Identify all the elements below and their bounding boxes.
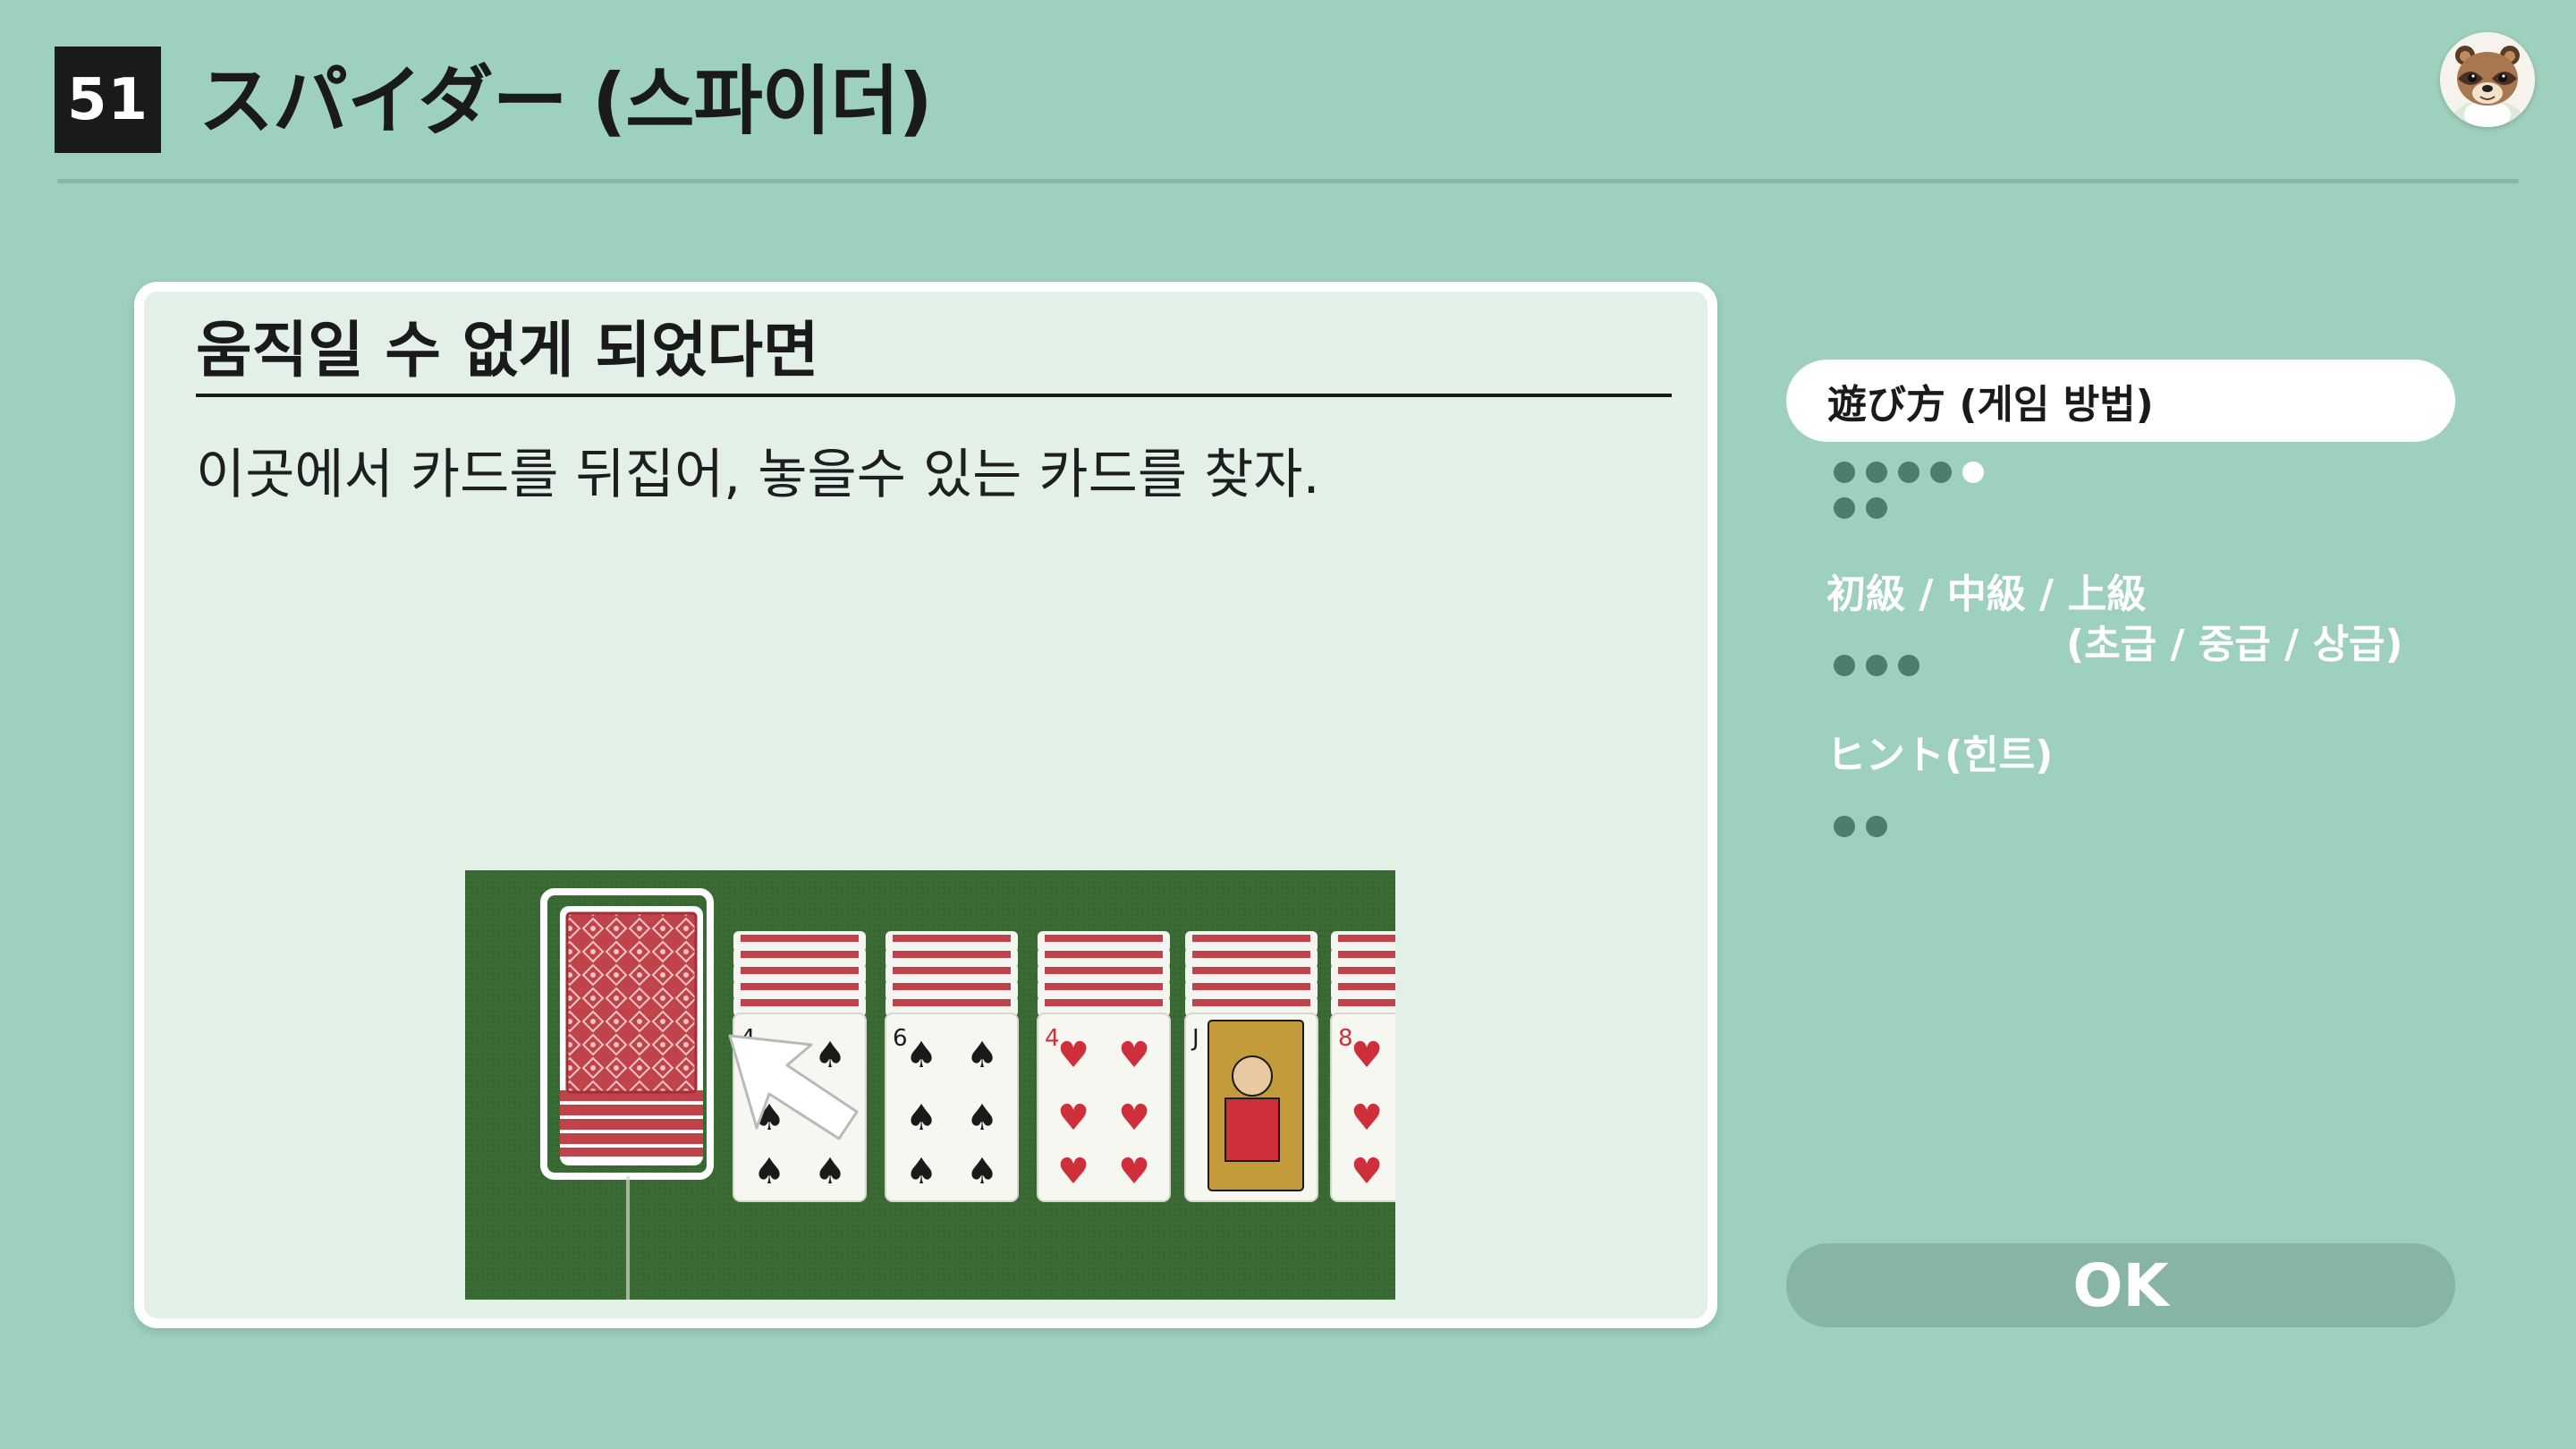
card-suit-icon: ♠ bbox=[814, 1151, 846, 1192]
page-dot bbox=[1898, 462, 1919, 483]
help-panel: 움직일 수 없게 되었다면 이곳에서 카드를 뒤집어, 놓을수 있는 카드를 찾… bbox=[134, 282, 1717, 1328]
card-suit-icon: ♥ bbox=[1351, 1035, 1383, 1076]
card-suit-icon: ♥ bbox=[1057, 1097, 1089, 1139]
menu-item-difficulty[interactable]: 初級 / 中級 / 上級 bbox=[1826, 570, 2146, 620]
tableau-columns: 4♠♠♠♠♠♠6♠♠♠♠♠♠4♥♥♥♥♥♥J8♥♥♥♥♥♥ bbox=[733, 931, 1395, 1202]
menu-item-difficulty-subtitle: (초급 / 중급 / 상급) bbox=[2066, 622, 2403, 667]
page-dot bbox=[1834, 655, 1855, 676]
card-suit-icon: ♥ bbox=[1057, 1035, 1089, 1076]
page-dot bbox=[1898, 655, 1919, 676]
panel-heading: 움직일 수 없게 되었다면 bbox=[196, 316, 819, 386]
card-suit-icon: ♥ bbox=[1057, 1151, 1089, 1192]
tableau-column[interactable]: J bbox=[1184, 931, 1318, 1202]
page-indicator-difficulty bbox=[1834, 655, 2048, 691]
menu-item-hint[interactable]: ヒント(힌트) bbox=[1826, 731, 2053, 781]
page-dot bbox=[1962, 462, 1984, 483]
card-suit-icon: ♥ bbox=[1118, 1097, 1150, 1139]
page-dot bbox=[1866, 462, 1887, 483]
page-dot bbox=[1930, 462, 1952, 483]
page-dot bbox=[1834, 816, 1855, 837]
page-dot bbox=[1834, 497, 1855, 519]
card-suit-icon: ♥ bbox=[1351, 1151, 1383, 1192]
card-suit-icon: ♥ bbox=[1118, 1151, 1150, 1192]
page-dot bbox=[1834, 462, 1855, 483]
header-divider bbox=[57, 179, 2519, 183]
card-suit-icon: ♠ bbox=[814, 1035, 846, 1076]
page-indicator-hint bbox=[1834, 816, 2048, 852]
card-suit-icon: ♥ bbox=[1118, 1035, 1150, 1076]
tableau-column[interactable]: 6♠ ♠♠ ♠♠ ♠ bbox=[885, 931, 1019, 1202]
stock-pile[interactable] bbox=[560, 906, 703, 1165]
spider-solitaire-illustration: 4♠♠♠♠♠♠6♠♠♠♠♠♠4♥♥♥♥♥♥J8♥♥♥♥♥♥ bbox=[465, 870, 1395, 1300]
card-suit-icon: ♠ bbox=[905, 1151, 937, 1192]
page-dot bbox=[1866, 497, 1887, 519]
header: 51 スパイダー (스파이더) bbox=[0, 0, 2576, 188]
tableau-column[interactable]: 4♥ ♥♥ ♥♥ ♥ bbox=[1037, 931, 1171, 1202]
card-suit-icon: ♠ bbox=[905, 1097, 937, 1139]
page-indicator-how-to-play bbox=[1834, 462, 2048, 533]
card-suit-icon: ♥ bbox=[1351, 1097, 1383, 1139]
card-suit-icon: ♠ bbox=[966, 1035, 998, 1076]
card-rank: J bbox=[1191, 1025, 1199, 1052]
tom-nook-avatar-icon bbox=[2440, 32, 2535, 127]
page-dot bbox=[1866, 816, 1887, 837]
tableau-column[interactable]: 8♥♥♥♥♥♥ bbox=[1330, 931, 1395, 1202]
card-suit-icon: ♠ bbox=[753, 1151, 785, 1192]
panel-heading-underline bbox=[196, 394, 1672, 397]
card-suit-icon: ♠ bbox=[966, 1151, 998, 1192]
ok-button[interactable]: OK bbox=[1786, 1243, 2455, 1327]
card-suit-icon: ♠ bbox=[905, 1035, 937, 1076]
page-dot bbox=[1866, 655, 1887, 676]
menu-item-how-to-play[interactable]: 遊び方 (게임 방법) bbox=[1786, 360, 2455, 442]
game-title: スパイダー (스파이더) bbox=[199, 57, 933, 145]
card-suit-icon: ♠ bbox=[966, 1097, 998, 1139]
panel-description: 이곳에서 카드를 뒤집어, 놓을수 있는 카드를 찾자. bbox=[196, 444, 1320, 506]
game-number-badge: 51 bbox=[55, 47, 161, 153]
